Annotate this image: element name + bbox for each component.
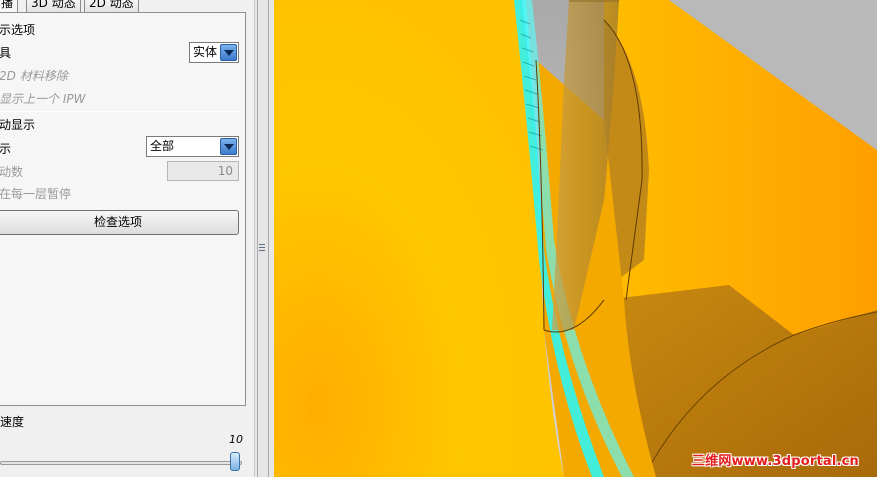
tool-display-select[interactable]: 实体 [189, 42, 239, 63]
simulation-dialog-panel: 播 3D 动态 2D 动态 示选项 具 实体 2D 材料移除 显示上一个 IPW… [0, 0, 254, 477]
simulation-scene [274, 0, 877, 477]
grip-icon[interactable] [259, 244, 265, 254]
check-options-button[interactable]: 检查选项 [0, 210, 239, 235]
motion-display-value: 全部 [150, 139, 175, 153]
graphics-viewport[interactable]: 三维网www.3dportal.cn [274, 0, 877, 477]
panel-splitter[interactable] [254, 0, 274, 477]
tab-content: 示选项 具 实体 2D 材料移除 显示上一个 IPW 动显示 示 全部 动数 1… [0, 12, 246, 406]
tab-2d-dynamic[interactable]: 2D 动态 [84, 0, 139, 12]
watermark: 三维网www.3dportal.cn [691, 454, 859, 469]
splitter-edge [257, 0, 258, 477]
tab-replay[interactable]: 播 [0, 0, 19, 12]
chevron-down-icon[interactable] [220, 44, 237, 61]
animation-speed-slider[interactable] [0, 461, 242, 465]
chevron-down-icon[interactable] [220, 138, 237, 155]
motion-count-input[interactable]: 10 [167, 161, 239, 181]
display-options-title: 示选项 [0, 23, 36, 37]
tab-3d-dynamic[interactable]: 3D 动态 [26, 0, 81, 12]
cutting-tool-edge [569, 0, 619, 2]
animation-speed-value: 10 [229, 433, 243, 446]
display-label: 示 [0, 142, 12, 156]
pause-each-layer-checkbox-label[interactable]: 在每一层暂停 [0, 186, 71, 202]
divider [0, 111, 239, 112]
part-face-left [274, 0, 564, 477]
material-removal-checkbox-label[interactable]: 2D 材料移除 [0, 68, 68, 84]
animation-speed-label: 速度 [0, 415, 25, 429]
splitter-edge [268, 0, 269, 477]
motion-count-label: 动数 [0, 165, 24, 179]
tool-display-value: 实体 [193, 45, 218, 59]
motion-display-select[interactable]: 全部 [146, 136, 239, 157]
motion-display-title: 动显示 [0, 118, 36, 132]
tool-label: 具 [0, 46, 12, 60]
show-previous-ipw-checkbox-label[interactable]: 显示上一个 IPW [0, 91, 85, 107]
tab-strip: 播 3D 动态 2D 动态 [0, 0, 254, 12]
slider-thumb[interactable] [230, 452, 240, 471]
